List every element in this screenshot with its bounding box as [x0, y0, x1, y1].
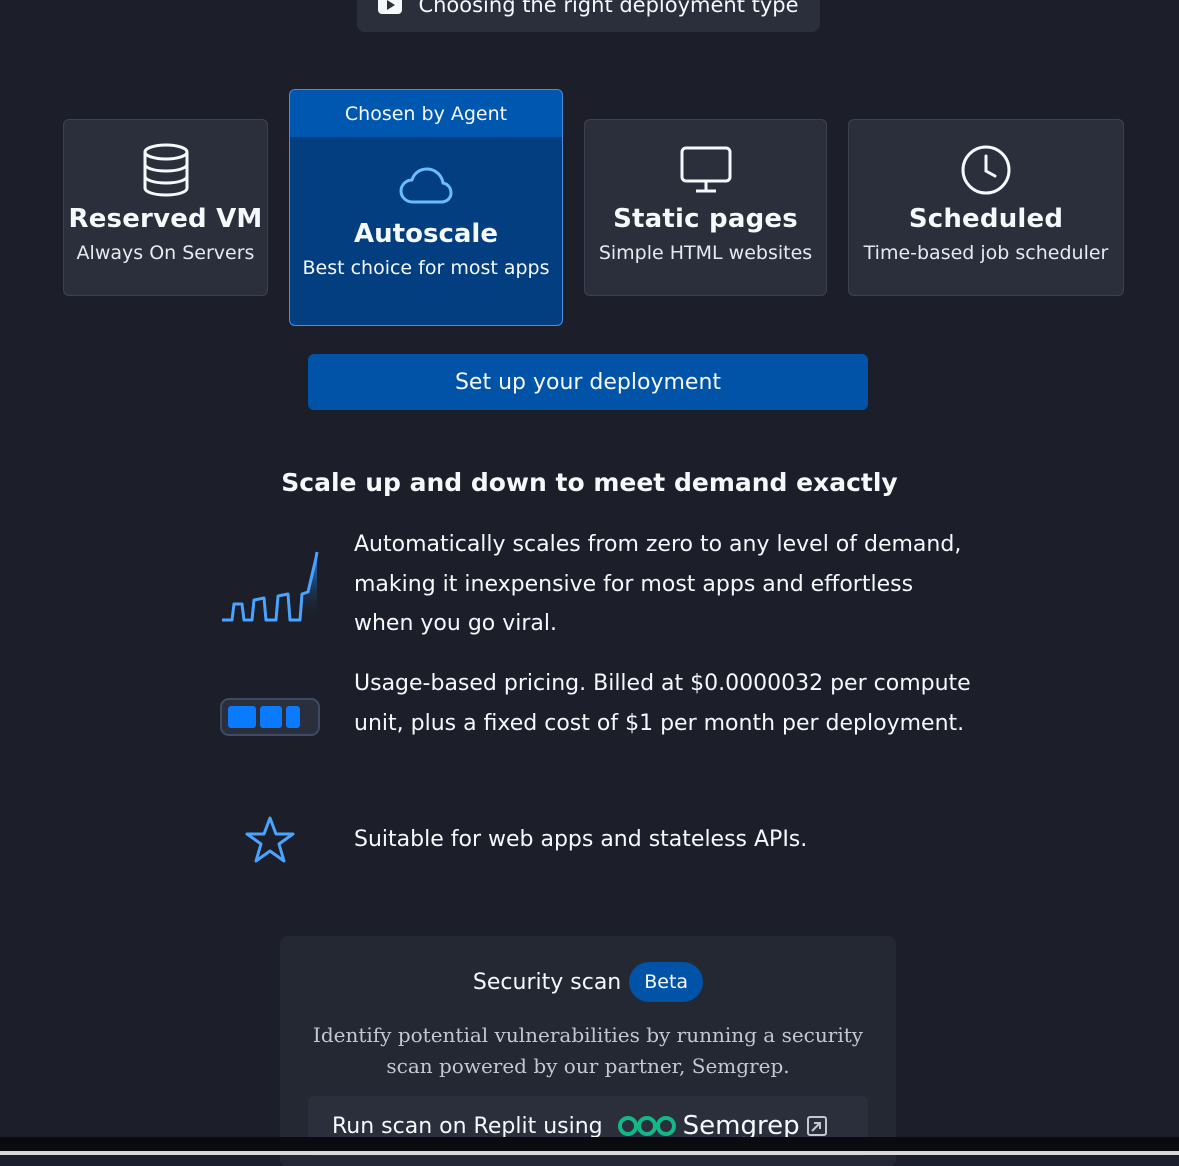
details-heading: Scale up and down to meet demand exactly — [281, 468, 898, 497]
bottom-bar — [0, 1137, 1179, 1151]
semgrep-logo-icon — [617, 1116, 676, 1136]
card-title: Autoscale — [354, 219, 498, 249]
video-link-label: Choosing the right deployment type — [418, 0, 799, 17]
setup-deployment-button[interactable]: Set up your deployment — [308, 354, 868, 410]
security-scan-title: Security scan — [472, 969, 622, 995]
database-icon — [143, 143, 188, 197]
chosen-by-agent-banner: Chosen by Agent — [290, 90, 562, 137]
external-link-icon — [806, 1116, 827, 1136]
cloud-icon — [399, 167, 453, 204]
feature-scaling-text: Automatically scales from zero to any le… — [354, 532, 962, 636]
clock-icon — [961, 145, 1011, 195]
card-subtitle: Simple HTML websites — [598, 242, 813, 264]
bottom-border — [0, 1151, 1179, 1155]
run-scan-label: Run scan on Replit using — [332, 1113, 603, 1139]
scaling-graph-icon — [222, 551, 319, 622]
card-subtitle: Time-based job scheduler — [863, 242, 1109, 264]
card-autoscale[interactable]: Chosen by Agent Autoscale Best choice fo… — [289, 89, 563, 326]
card-title: Reserved VM — [68, 204, 263, 234]
card-subtitle: Always On Servers — [76, 242, 255, 264]
battery-icon — [220, 698, 320, 736]
play-icon — [378, 0, 403, 14]
card-reserved-vm[interactable]: Reserved VM Always On Servers — [63, 119, 268, 296]
security-scan-header: Security scan Beta — [280, 962, 896, 1002]
card-static-pages[interactable]: Static pages Simple HTML websites — [584, 119, 827, 296]
card-title: Scheduled — [908, 204, 1064, 234]
video-link[interactable]: Choosing the right deployment type — [357, 0, 820, 32]
security-scan-description: Identify potential vulnerabilities by ru… — [312, 1023, 864, 1078]
beta-badge: Beta — [629, 962, 704, 1002]
card-scheduled[interactable]: Scheduled Time-based job scheduler — [848, 119, 1124, 296]
monitor-icon — [680, 146, 731, 193]
feature-pricing-text: Usage-based pricing. Billed at $0.000003… — [354, 671, 971, 736]
card-subtitle: Best choice for most apps — [302, 257, 550, 279]
card-title: Static pages — [613, 204, 798, 234]
star-icon — [245, 816, 295, 863]
feature-suitable-text: Suitable for web apps and stateless APIs… — [354, 827, 808, 852]
